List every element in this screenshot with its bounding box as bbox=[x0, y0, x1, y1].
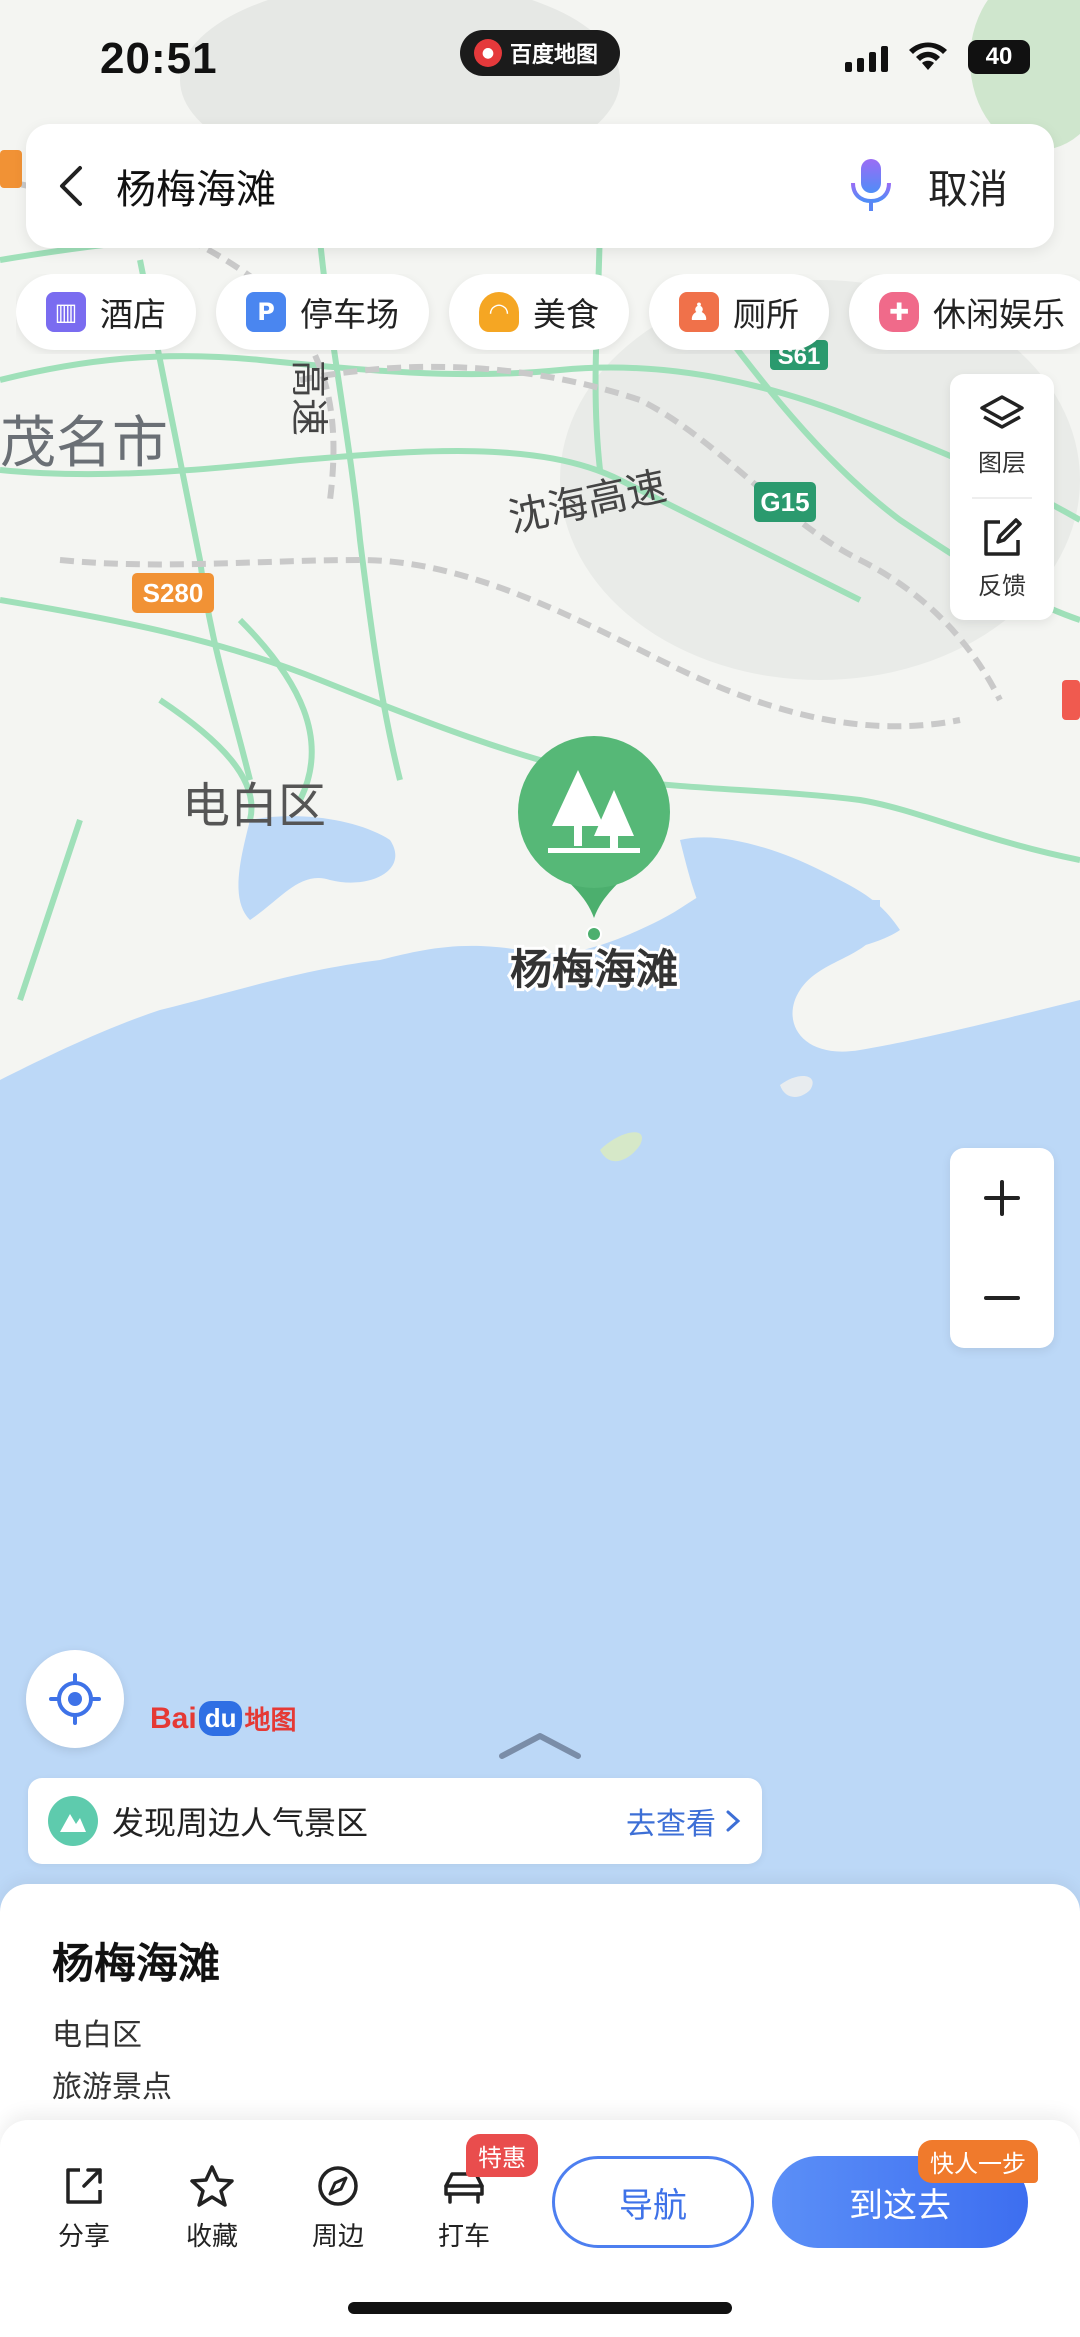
discover-link[interactable]: 去查看 bbox=[626, 1799, 716, 1843]
status-time: 20:51 bbox=[100, 34, 218, 83]
share-label: 分享 bbox=[57, 2222, 110, 2252]
chip-label: 厕所 bbox=[733, 295, 799, 334]
deal-badge: 特惠 bbox=[466, 2134, 538, 2177]
status-bar: 20:51 ● 百度地图 40 bbox=[0, 0, 1080, 120]
search-input[interactable]: 杨梅海滩 bbox=[116, 157, 836, 215]
favorite-button[interactable]: 收藏 bbox=[162, 2164, 262, 2253]
layers-button[interactable]: 图层 bbox=[950, 374, 1054, 497]
shield-s280: S280 bbox=[132, 573, 214, 613]
game-icon: ✚ bbox=[879, 292, 919, 332]
feedback-button[interactable]: 反馈 bbox=[950, 497, 1054, 620]
map-label-vertical-highway: 高速 bbox=[287, 360, 331, 436]
chip-toilet[interactable]: ♟ 厕所 bbox=[649, 274, 829, 350]
plus-icon bbox=[984, 1180, 1020, 1216]
parking-icon: P bbox=[246, 292, 286, 332]
chip-parking[interactable]: P 停车场 bbox=[216, 274, 429, 350]
baidu-logo: Bai du 地图 bbox=[150, 1701, 297, 1736]
battery-icon: 40 bbox=[968, 40, 1030, 74]
taxi-label: 打车 bbox=[437, 2222, 490, 2252]
place-title: 杨梅海滩 bbox=[52, 1939, 221, 1988]
chip-food[interactable]: ◠ 美食 bbox=[449, 274, 629, 350]
chip-label: 酒店 bbox=[100, 295, 166, 334]
chip-label: 美食 bbox=[533, 295, 599, 334]
search-bar[interactable]: 杨梅海滩 取消 bbox=[26, 124, 1054, 248]
chip-label: 停车场 bbox=[300, 295, 399, 334]
minus-icon bbox=[984, 1296, 1020, 1300]
chevron-left-icon bbox=[60, 166, 82, 206]
microphone-icon bbox=[851, 159, 891, 211]
chevron-right-icon bbox=[726, 1810, 741, 1832]
share-button[interactable]: 分享 bbox=[34, 2164, 134, 2253]
navigate-button[interactable]: 导航 bbox=[552, 2156, 754, 2248]
toilet-icon: ♟ bbox=[679, 292, 719, 332]
map-label-district: 电白区 bbox=[182, 778, 326, 834]
zoom-out-button[interactable] bbox=[950, 1248, 1054, 1348]
chip-label: 休闲娱乐 bbox=[933, 295, 1065, 334]
crosshair-icon bbox=[49, 1673, 101, 1725]
svg-text:S280: S280 bbox=[143, 578, 204, 608]
status-icons: 40 bbox=[845, 40, 1030, 74]
map-pin-icon: ● bbox=[474, 39, 502, 67]
svg-text:G15: G15 bbox=[760, 487, 809, 517]
app-indicator-label: 百度地图 bbox=[510, 43, 599, 68]
hotel-icon: ▥ bbox=[46, 292, 86, 332]
place-category: 旅游景点 bbox=[52, 2070, 172, 2105]
nearby-button[interactable]: 周边 bbox=[288, 2164, 388, 2253]
signal-icon bbox=[845, 42, 888, 72]
map-tools: 图层 反馈 bbox=[950, 374, 1054, 620]
chip-hotel[interactable]: ▥ 酒店 bbox=[16, 274, 196, 350]
fast-badge: 快人一步 bbox=[918, 2140, 1038, 2183]
edit-icon bbox=[984, 518, 1022, 556]
discover-banner[interactable]: 发现周边人气景区 去查看 bbox=[28, 1778, 762, 1864]
back-button[interactable] bbox=[26, 124, 116, 248]
home-indicator[interactable] bbox=[348, 2302, 732, 2314]
chip-entertainment[interactable]: ✚ 休闲娱乐 bbox=[849, 274, 1080, 350]
share-icon bbox=[66, 2168, 102, 2204]
app-indicator-pill[interactable]: ● 百度地图 bbox=[460, 30, 620, 76]
nearby-label: 周边 bbox=[311, 2222, 364, 2252]
voice-search-button[interactable] bbox=[836, 124, 906, 248]
taxi-button[interactable]: 打车 bbox=[414, 2164, 514, 2253]
layers-label: 图层 bbox=[978, 449, 1026, 477]
locate-me-button[interactable] bbox=[26, 1650, 124, 1748]
star-icon bbox=[190, 2165, 234, 2207]
shield-g15: G15 bbox=[754, 482, 816, 522]
discover-text: 发现周边人气景区 bbox=[112, 1804, 369, 1842]
zoom-in-button[interactable] bbox=[950, 1148, 1054, 1248]
feedback-label: 反馈 bbox=[978, 572, 1026, 600]
marker-label: 杨梅海滩 bbox=[510, 945, 678, 994]
compass-icon bbox=[318, 2166, 358, 2206]
layers-icon bbox=[980, 395, 1024, 429]
map-label-city: 茂名市 bbox=[0, 411, 168, 476]
place-district: 电白区 bbox=[52, 2018, 142, 2053]
favorite-label: 收藏 bbox=[185, 2222, 238, 2252]
zoom-controls bbox=[950, 1148, 1054, 1348]
wifi-icon bbox=[909, 42, 947, 70]
category-chips: ▥ 酒店 P 停车场 ◠ 美食 ♟ 厕所 ✚ 休闲娱乐 bbox=[16, 274, 1080, 354]
mountain-icon bbox=[48, 1796, 98, 1846]
food-icon: ◠ bbox=[479, 292, 519, 332]
cancel-button[interactable]: 取消 bbox=[906, 157, 1054, 215]
chevron-up-icon[interactable] bbox=[498, 1730, 582, 1760]
